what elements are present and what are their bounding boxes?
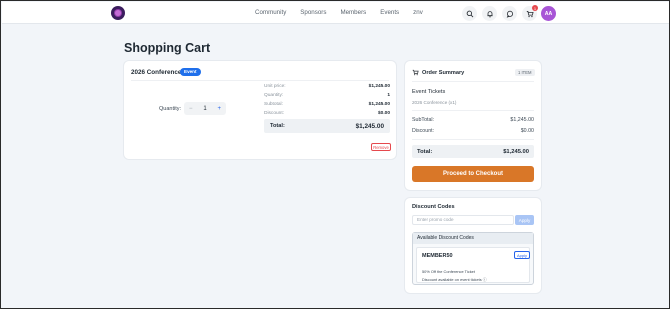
available-codes-title: Available Discount Codes — [413, 233, 533, 244]
quantity-stepper: − 1 + — [184, 102, 226, 115]
detail-value: $1,245.00 — [368, 84, 390, 89]
divider — [412, 81, 534, 82]
order-summary-title: Order Summary — [422, 69, 465, 76]
detail-row-discount: Discount: $0.00 — [264, 111, 390, 116]
discount-code-description: 50% Off the Conference Ticket — [422, 269, 475, 274]
increment-button[interactable]: + — [217, 106, 221, 112]
discount-codes-title: Discount Codes — [412, 204, 455, 210]
detail-label: Unit price: — [264, 84, 286, 89]
discount-code-item: MEMBER50 Apply 50% Off the Conference Ti… — [416, 247, 530, 283]
chat-icon — [506, 10, 513, 18]
messages-button[interactable] — [502, 6, 517, 21]
promo-code-input[interactable]: Enter promo code — [412, 215, 514, 225]
nav-link-members[interactable]: Members — [340, 9, 366, 16]
quantity-value[interactable]: 1 — [203, 106, 206, 112]
search-button[interactable] — [462, 6, 477, 21]
nav-link-sponsors[interactable]: Sponsors — [300, 9, 326, 16]
detail-value: 1 — [387, 93, 390, 98]
notifications-button[interactable] — [482, 6, 497, 21]
summary-discount-row: Discount: $0.00 — [412, 128, 534, 134]
divider — [412, 110, 534, 111]
divider — [412, 139, 534, 140]
logo[interactable] — [111, 6, 125, 20]
detail-label: Quantity: — [264, 93, 284, 98]
logo-mark-icon — [115, 10, 121, 16]
detail-label: Subtotal: — [264, 102, 283, 107]
item-count-badge: 1 ITEM — [515, 69, 535, 76]
detail-value: $1,245.00 — [368, 102, 390, 107]
bell-icon — [486, 10, 493, 17]
decrement-button[interactable]: − — [189, 106, 193, 112]
detail-row-quantity: Quantity: 1 — [264, 93, 390, 98]
info-icon[interactable]: ⓘ — [483, 277, 487, 282]
cart-total-label: Total: — [270, 123, 285, 129]
order-summary-header: Order Summary — [412, 69, 464, 76]
divider — [131, 80, 389, 81]
apply-code-button[interactable]: Apply — [514, 251, 530, 259]
search-icon — [466, 10, 473, 17]
proceed-to-checkout-button[interactable]: Proceed to Checkout — [412, 166, 534, 182]
quantity-label: Quantity: — [159, 106, 182, 112]
total-value: $1,245.00 — [503, 148, 529, 155]
cart-count-badge: 1 — [532, 5, 538, 11]
cart-icon — [412, 69, 419, 76]
subtotal-label: SubTotal: — [412, 117, 435, 123]
available-codes-panel: Available Discount Codes MEMBER50 Apply … — [412, 232, 534, 285]
subtotal-value: $1,245.00 — [510, 117, 534, 123]
nav-link-events[interactable]: Events — [380, 9, 399, 16]
remove-button[interactable]: Remove — [371, 143, 391, 151]
cart-icon — [526, 10, 534, 17]
detail-row-unit-price: Unit price: $1,245.00 — [264, 84, 390, 89]
apply-promo-button[interactable]: Apply — [515, 215, 534, 225]
discount-code-note: Discount available on event tickets ⓘ — [422, 277, 487, 283]
nav-link-znv[interactable]: znv — [413, 9, 423, 16]
nav-link-community[interactable]: Community — [255, 9, 286, 16]
cart-item-card: 2026 Conference Event Quantity: − 1 + Un… — [124, 61, 396, 159]
discount-label: Discount: — [412, 128, 435, 134]
avatar[interactable]: AA — [541, 6, 556, 21]
discount-note-text: Discount available on event tickets — [422, 277, 482, 282]
nav-links: Community Sponsors Members Events znv — [255, 9, 437, 16]
summary-line-item: 2026 Conference (x1) — [412, 100, 457, 105]
order-summary-card: Order Summary 1 ITEM Event Tickets 2026 … — [405, 61, 541, 190]
summary-subtotal-row: SubTotal: $1,245.00 — [412, 117, 534, 123]
event-tag-badge: Event — [180, 68, 201, 76]
detail-row-subtotal: Subtotal: $1,245.00 — [264, 102, 390, 107]
top-navbar: Community Sponsors Members Events znv 1 … — [2, 2, 669, 24]
app-frame: Community Sponsors Members Events znv 1 … — [0, 0, 670, 309]
summary-total-row: Total: $1,245.00 — [412, 145, 534, 158]
page-title: Shopping Cart — [124, 41, 211, 55]
total-label: Total: — [417, 148, 433, 155]
discount-code: MEMBER50 — [422, 253, 453, 259]
cart-total-row: Total: $1,245.00 — [264, 119, 390, 133]
cart-total-value: $1,245.00 — [355, 122, 384, 130]
cart-item-name: 2026 Conference — [131, 69, 182, 76]
detail-value: $0.00 — [377, 111, 390, 116]
detail-label: Discount: — [264, 111, 284, 116]
summary-section-title: Event Tickets — [412, 89, 446, 95]
discount-codes-card: Discount Codes Enter promo code Apply Av… — [405, 198, 541, 293]
discount-value: $0.00 — [520, 128, 534, 134]
